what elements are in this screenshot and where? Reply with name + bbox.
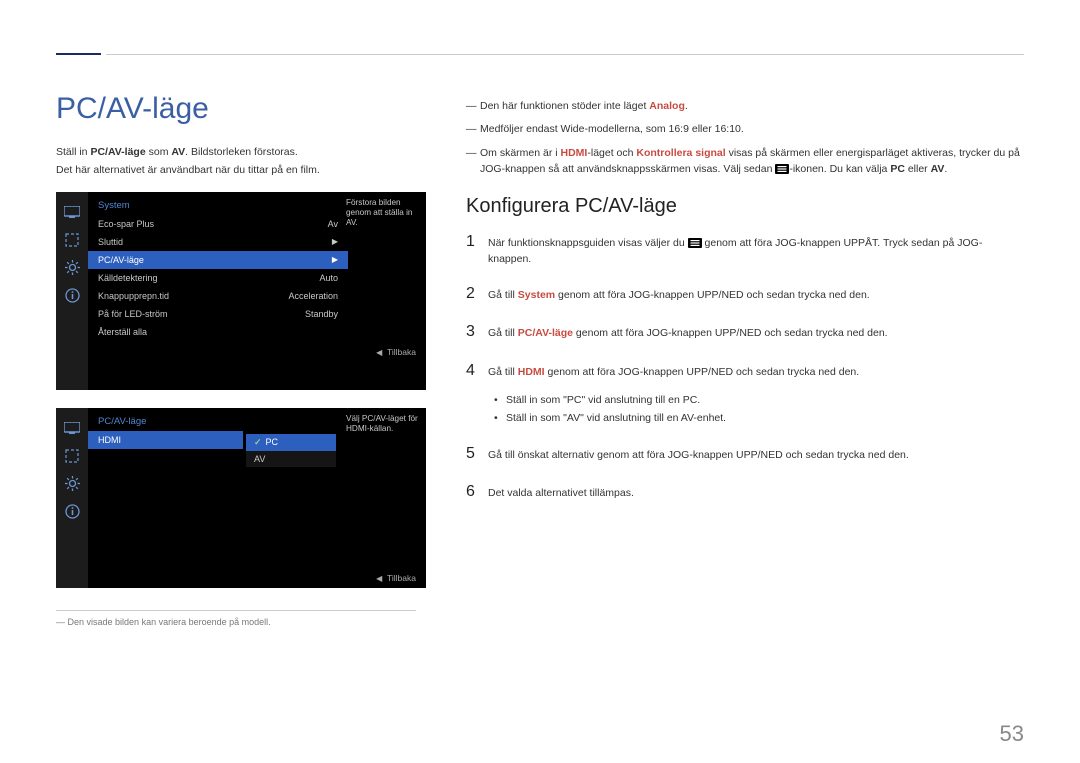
footnote-rule <box>56 610 416 611</box>
list-item-selected: HDMI <box>88 431 243 449</box>
text: Ställ in <box>56 146 90 158</box>
osd-panel-system: System Förstora bilden genom att ställa … <box>56 192 426 390</box>
gear-icon <box>61 257 83 279</box>
bold-av: AV <box>171 146 185 158</box>
step-3: 3 Gå till PC/AV-läge genom att föra JOG-… <box>466 320 1024 345</box>
dash-icon: ― <box>466 145 480 178</box>
text: som <box>146 146 172 158</box>
menu-icon <box>688 238 702 248</box>
osd-header: PC/AV-läge <box>98 416 146 427</box>
dash-icon: ― <box>466 98 480 114</box>
footnote: ― Den visade bilden kan variera beroende… <box>56 617 446 627</box>
step-number: 4 <box>466 359 488 384</box>
bullet-av: Ställ in som "AV" vid anslutning till en… <box>494 410 1024 428</box>
intro-line-1: Ställ in PC/AV-läge som AV. Bildstorleke… <box>56 144 446 162</box>
picture-icon <box>61 201 83 223</box>
back-arrow-icon: ◀ <box>376 574 382 583</box>
osd-description: Förstora bilden genom att ställa in AV. <box>346 198 418 229</box>
page-title: PC/AV-läge <box>56 92 446 126</box>
gear-icon <box>61 473 83 495</box>
list-item: Eco-spar PlusAv <box>88 215 348 233</box>
bullet-pc: Ställ in som "PC" vid anslutning till en… <box>494 392 1024 410</box>
step-number: 3 <box>466 320 488 345</box>
screen-icon <box>61 229 83 251</box>
list-item: Återställ alla <box>88 323 348 341</box>
osd-footer: ◀ Tillbaka <box>56 342 426 362</box>
osd-panel-pcav: PC/AV-läge Välj PC/AV-läget för HDMI-käl… <box>56 408 426 588</box>
osd-sidebar <box>56 408 88 588</box>
info-icon <box>61 501 83 523</box>
osd-list: Eco-spar PlusAv Sluttid▶ PC/AV-läge▶ Käl… <box>88 213 348 341</box>
sub-bullets: Ställ in som "PC" vid anslutning till en… <box>494 392 1024 428</box>
osd-footer: ◀ Tillbaka <box>88 568 426 588</box>
osd-submenu: ✓PC AV <box>246 434 336 467</box>
step-number: 6 <box>466 480 488 505</box>
steps-list: 1 När funktionsknappsguiden visas väljer… <box>466 230 1024 384</box>
back-arrow-icon: ◀ <box>376 348 382 357</box>
steps-list-cont: 5 Gå till önskat alternativ genom att fö… <box>466 442 1024 506</box>
osd-sidebar <box>56 192 88 390</box>
header-rule <box>106 54 1024 55</box>
note-3: ― Om skärmen är i HDMI-läget och Kontrol… <box>466 145 1024 178</box>
picture-icon <box>61 417 83 439</box>
step-1: 1 När funktionsknappsguiden visas väljer… <box>466 230 1024 268</box>
text: . Bildstorleken förstoras. <box>185 146 298 158</box>
screen-icon <box>61 445 83 467</box>
intro-line-2: Det här alternativet är användbart när d… <box>56 162 446 180</box>
step-5: 5 Gå till önskat alternativ genom att fö… <box>466 442 1024 467</box>
step-number: 1 <box>466 230 488 255</box>
info-icon <box>61 285 83 307</box>
dash-icon: ― <box>466 121 480 137</box>
step-number: 2 <box>466 282 488 307</box>
step-number: 5 <box>466 442 488 467</box>
note-2: ― Medföljer endast Wide-modellerna, som … <box>466 121 1024 137</box>
menu-icon <box>775 164 789 174</box>
note-1: ― Den här funktionen stöder inte läget A… <box>466 98 1024 114</box>
bold-pcav: PC/AV-läge <box>90 146 145 158</box>
list-item: Sluttid▶ <box>88 233 348 251</box>
check-icon: ✓ <box>254 437 262 447</box>
step-2: 2 Gå till System genom att föra JOG-knap… <box>466 282 1024 307</box>
step-4: 4 Gå till HDMI genom att föra JOG-knappe… <box>466 359 1024 384</box>
osd-header: System <box>98 200 130 211</box>
list-item-selected: PC/AV-läge▶ <box>88 251 348 269</box>
submenu-item: AV <box>246 451 336 467</box>
submenu-item-selected: ✓PC <box>246 434 336 451</box>
list-item: KälldetekteringAuto <box>88 269 348 287</box>
section-heading: Konfigurera PC/AV-läge <box>466 195 1024 218</box>
list-item: På för LED-strömStandby <box>88 305 348 323</box>
header-accent-bar <box>56 53 101 55</box>
step-6: 6 Det valda alternativet tillämpas. <box>466 480 1024 505</box>
osd-description: Välj PC/AV-läget för HDMI-källan. <box>346 414 418 435</box>
list-item: Knappupprepn.tidAcceleration <box>88 287 348 305</box>
page-number: 53 <box>1000 721 1024 747</box>
